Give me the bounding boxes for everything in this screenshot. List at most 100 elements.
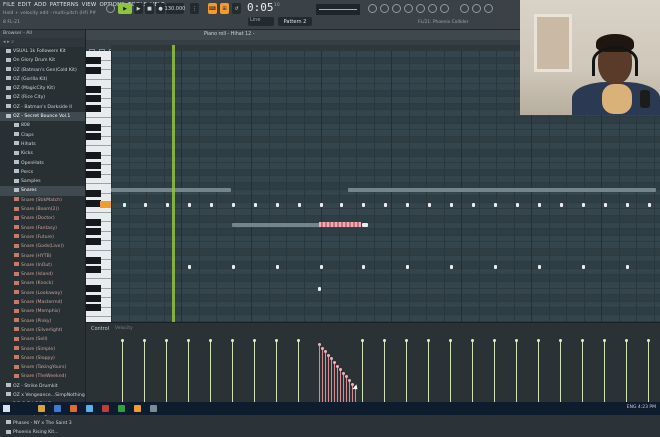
menu-edit[interactable]: EDIT <box>18 2 31 8</box>
app-icon-blue[interactable] <box>86 405 93 412</box>
sample-file-item[interactable]: Snare (Lookaway) <box>0 289 85 298</box>
browser-folder-item[interactable]: Snares <box>0 186 85 196</box>
browser-folder-item[interactable]: On Glory Drum Kit <box>0 56 85 65</box>
note[interactable] <box>340 203 343 207</box>
sample-file-item[interactable]: Snare (Knock) <box>0 279 85 288</box>
sample-file-item[interactable]: Snare (TheWeeknd) <box>0 372 85 381</box>
note[interactable] <box>406 203 409 207</box>
menu-patterns[interactable]: PATTERNS <box>50 2 79 8</box>
black-key[interactable] <box>86 95 101 102</box>
stop-button[interactable]: ■ <box>145 3 154 14</box>
cloud-icon[interactable] <box>484 4 493 13</box>
spotify-icon[interactable] <box>118 405 125 412</box>
ghost-note[interactable] <box>348 188 656 192</box>
note[interactable] <box>188 203 191 207</box>
velocity-bar[interactable] <box>165 339 168 402</box>
black-key[interactable] <box>86 237 101 245</box>
velocity-bar[interactable] <box>297 339 300 402</box>
note[interactable] <box>254 203 257 207</box>
velocity-bar[interactable] <box>361 339 364 402</box>
channel-rack-icon[interactable] <box>404 4 413 13</box>
record-button[interactable]: ● <box>156 3 165 14</box>
velocity-bar[interactable] <box>383 339 386 402</box>
edge-icon[interactable] <box>54 405 61 412</box>
menu-file[interactable]: FILE <box>3 2 15 8</box>
black-key[interactable] <box>86 285 101 292</box>
velocity-bar[interactable] <box>143 339 146 402</box>
black-key[interactable] <box>86 304 101 311</box>
typing-keyboard-icon[interactable]: ⌨ <box>208 3 217 14</box>
step-icon[interactable]: ⋮ <box>190 3 199 14</box>
browser-folder-item[interactable]: Phases - NY x The Saint 3 <box>0 419 85 428</box>
velocity-bar[interactable] <box>603 339 606 402</box>
note[interactable] <box>384 203 387 207</box>
velocity-bar[interactable] <box>515 339 518 402</box>
sample-file-item[interactable]: Snare (Future) <box>0 233 85 242</box>
velocity-bar[interactable] <box>493 339 496 402</box>
browser-folder-item[interactable]: OZ (Batman's Gen)Cold Kit) <box>0 66 85 75</box>
browser-folder-item[interactable]: OZ x Vengeance...SimpNothing Kit <box>0 391 85 400</box>
gear-icon[interactable] <box>460 4 469 13</box>
note[interactable] <box>298 203 301 207</box>
browser-nav[interactable]: ◂ ▸ ⌕ <box>0 38 85 47</box>
black-key[interactable] <box>86 266 101 273</box>
browser-folder-item[interactable]: VSUAL 1k Followers Kit <box>0 47 85 56</box>
app-icon-orange[interactable] <box>70 405 77 412</box>
piano-roll-title[interactable]: Piano roll - Hihat 12 - <box>86 30 520 40</box>
sample-file-item[interactable]: Snare (Island) <box>0 270 85 279</box>
note[interactable] <box>538 203 541 207</box>
playlist-icon[interactable] <box>380 4 389 13</box>
browser-folder-item[interactable]: 808 <box>0 121 85 130</box>
note[interactable] <box>188 265 191 269</box>
browser-folder-item[interactable]: Percs <box>0 168 85 177</box>
system-tray[interactable]: ENG 4:23 PM <box>627 405 656 410</box>
browser-folder-item[interactable]: OZ (MagicCity Kit) <box>0 84 85 93</box>
sample-file-item[interactable]: Snare (Mastermd) <box>0 298 85 307</box>
black-key[interactable] <box>86 190 101 197</box>
sample-file-item[interactable]: Snare (Fantasy) <box>0 224 85 233</box>
pattern-selector[interactable]: Pattern 2 <box>278 17 312 26</box>
sample-file-item[interactable]: Snare (Memphis) <box>0 307 85 316</box>
velocity-bar[interactable] <box>121 339 124 402</box>
note[interactable] <box>320 265 323 269</box>
velocity-bar-slide[interactable] <box>333 361 336 402</box>
velocity-bar-slide[interactable] <box>318 343 321 402</box>
news-ticker[interactable]: FL/21: Phoenix Collider <box>418 20 468 25</box>
browser-folder-item[interactable]: OpenHats <box>0 159 85 168</box>
note[interactable] <box>362 203 365 207</box>
velocity-bar-slide[interactable] <box>342 371 345 402</box>
browser-header[interactable]: Browser - All <box>0 30 85 38</box>
black-key[interactable] <box>86 66 101 74</box>
browser-folder-item[interactable]: Claps <box>0 131 85 140</box>
velocity-bar-slide[interactable] <box>348 379 351 402</box>
ghost-note[interactable] <box>111 188 231 192</box>
note[interactable] <box>320 203 323 207</box>
file-explorer-icon[interactable] <box>38 405 45 412</box>
piano-roll-icon[interactable] <box>392 4 401 13</box>
loop-record-icon[interactable]: ↺ <box>232 3 241 14</box>
browser-folder-item[interactable]: Kicks <box>0 149 85 158</box>
note[interactable] <box>582 265 585 269</box>
browser-folder-item[interactable]: Phoenix Rising Kit... <box>0 428 85 437</box>
velocity-bar[interactable] <box>275 339 278 402</box>
velocity-bar[interactable] <box>209 339 212 402</box>
sample-file-item[interactable]: Snare (Sell) <box>0 335 85 344</box>
note[interactable] <box>516 203 519 207</box>
draw-mode-select[interactable]: Line <box>248 17 274 26</box>
velocity-bar[interactable] <box>405 339 408 402</box>
note[interactable] <box>144 203 147 207</box>
note[interactable] <box>648 203 651 207</box>
black-key[interactable] <box>86 57 101 64</box>
note[interactable] <box>232 203 235 207</box>
velocity-bar-slide[interactable] <box>327 353 330 402</box>
browser-folder-item[interactable]: OZ - Strike Drumkit <box>0 382 85 391</box>
note[interactable] <box>428 203 431 207</box>
menu-view[interactable]: VIEW <box>82 2 97 8</box>
note[interactable] <box>626 203 629 207</box>
black-key[interactable] <box>86 161 101 169</box>
note[interactable] <box>232 265 235 269</box>
velocity-bar-slide[interactable] <box>321 346 324 402</box>
note[interactable] <box>450 265 453 269</box>
piano-keyboard[interactable] <box>86 51 111 327</box>
black-key[interactable] <box>86 294 101 302</box>
